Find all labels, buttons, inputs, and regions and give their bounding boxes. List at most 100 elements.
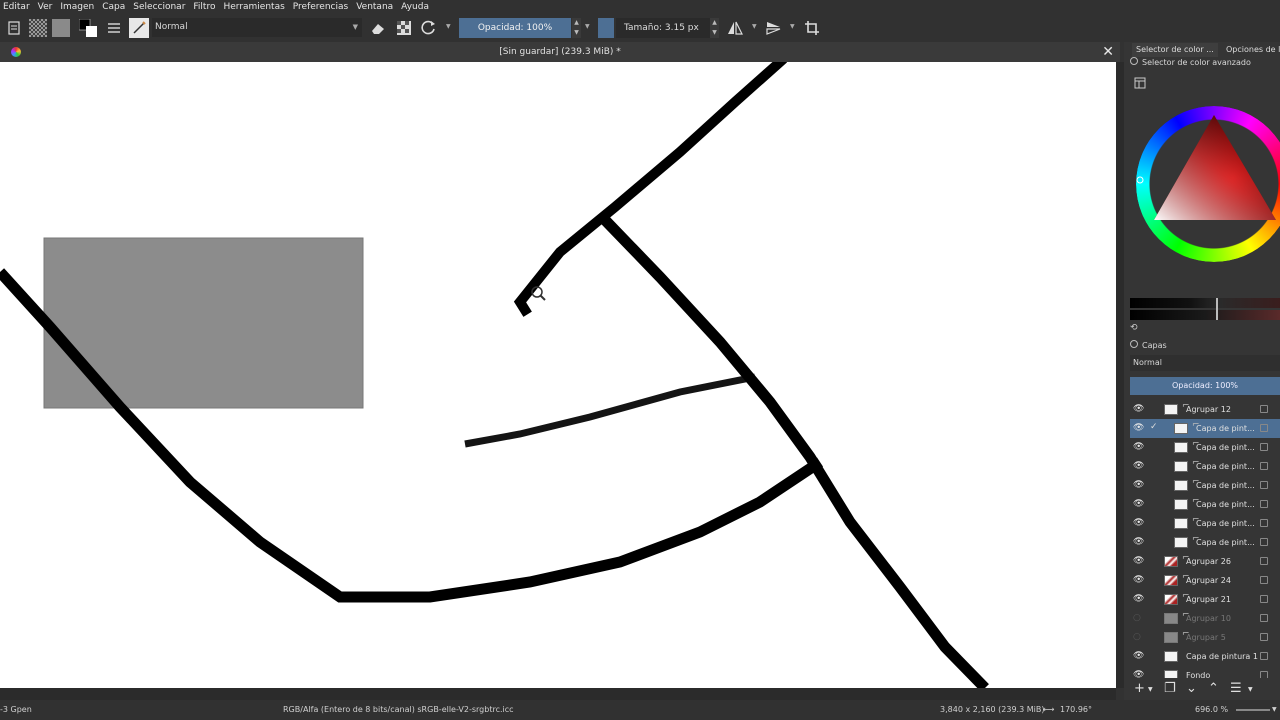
layer-row[interactable]: 👁 ⌐ Agrupar 12 [1130, 400, 1280, 419]
crop-icon[interactable] [802, 18, 822, 38]
visibility-eye-icon[interactable]: 👁 [1133, 575, 1144, 585]
visibility-eye-icon[interactable]: 👁 [1133, 594, 1144, 604]
opacity-spin[interactable]: ▲ ▼ [572, 18, 581, 38]
opacity-dropdown-icon[interactable]: ▼ [585, 23, 590, 30]
layer-row[interactable]: ○ ⌐ Agrupar 10 [1130, 609, 1280, 628]
lock-icon[interactable] [1260, 500, 1268, 508]
layer-row[interactable]: 👁 ⌐ Agrupar 21 [1130, 590, 1280, 609]
menu-item-6[interactable]: Herramientas [218, 0, 289, 14]
layer-properties-icon[interactable]: ☰ [1230, 681, 1242, 696]
visibility-eye-icon[interactable]: 👁 [1133, 518, 1144, 528]
presets-icon[interactable] [104, 18, 124, 38]
duplicate-layer-icon[interactable]: ❐ [1164, 681, 1176, 696]
menu-item-0[interactable]: Editar [0, 0, 35, 14]
visibility-eye-icon[interactable]: 👁 [1133, 556, 1144, 566]
value-slider[interactable] [1130, 298, 1280, 308]
document-icon[interactable] [4, 18, 24, 38]
visibility-eye-icon[interactable]: 👁 [1133, 442, 1144, 452]
float-icon[interactable] [1130, 57, 1138, 65]
lock-icon[interactable] [1260, 652, 1268, 660]
pattern-icon[interactable] [28, 18, 48, 38]
menu-item-9[interactable]: Ayuda [396, 0, 434, 14]
color-swap-icon[interactable] [78, 18, 98, 38]
add-layer-icon[interactable]: + [1134, 681, 1145, 696]
layer-row[interactable]: 👁 ⌐ Capa de pint... [1130, 457, 1280, 476]
visibility-eye-icon[interactable]: 👁 [1133, 480, 1144, 490]
visibility-eye-icon[interactable]: 👁 [1133, 461, 1144, 471]
reload-dropdown-icon[interactable]: ▼ [446, 23, 451, 30]
lock-icon[interactable] [1260, 633, 1268, 641]
layer-row[interactable]: 👁 ⌐ Capa de pint... [1130, 514, 1280, 533]
menu-item-7[interactable]: Preferencias [288, 0, 353, 14]
layer-row[interactable]: 👁 ✓ ⌐ Capa de pint... [1130, 419, 1280, 438]
visibility-eye-icon[interactable]: 👁 [1133, 537, 1144, 547]
brush-preset-icon[interactable] [129, 18, 149, 38]
layer-menu-dropdown-icon[interactable]: ▼ [1248, 686, 1253, 693]
lock-icon[interactable] [1260, 576, 1268, 584]
lock-icon[interactable] [1260, 462, 1268, 470]
canvas[interactable] [0, 62, 1116, 688]
menu-item-8[interactable]: Ventana [351, 0, 398, 14]
gray-swatch-icon[interactable] [51, 18, 71, 38]
saturation-slider[interactable] [1130, 310, 1280, 320]
zoom-slider[interactable] [1236, 709, 1270, 711]
layer-row[interactable]: 👁 ⌐ Capa de pint... [1130, 438, 1280, 457]
size-slider-fill[interactable] [598, 18, 614, 38]
status-zoom[interactable]: 696.0 % [1195, 700, 1228, 720]
layers-blend-select[interactable]: Normal [1130, 355, 1280, 371]
lock-icon[interactable] [1260, 538, 1268, 546]
lock-icon[interactable] [1260, 424, 1268, 432]
vertical-scrollbar[interactable] [1116, 62, 1124, 688]
visibility-eye-icon[interactable]: 👁 [1133, 499, 1144, 509]
visibility-eye-icon[interactable]: 👁 [1133, 651, 1144, 661]
mirror-horizontal-icon[interactable] [725, 18, 745, 38]
size-spin[interactable]: ▲ ▼ [710, 18, 719, 38]
layers-float-icon[interactable]: ⟲ [1130, 323, 1138, 333]
slider-handle[interactable] [1216, 298, 1218, 320]
color-sliders[interactable] [1130, 298, 1280, 322]
size-slider[interactable]: Tamaño: 3.15 px [616, 18, 710, 38]
blend-mode-select[interactable]: Normal ▼ [152, 18, 362, 37]
alpha-lock-icon[interactable] [394, 18, 414, 38]
layers-dock-icon[interactable] [1130, 340, 1138, 348]
layers-opacity-slider[interactable]: Opacidad: 100% [1130, 377, 1280, 395]
tab-tool-options[interactable]: Opciones de l [1222, 43, 1280, 57]
status-brush[interactable]: -3 Gpen [0, 700, 32, 720]
move-up-icon[interactable]: ⌃ [1208, 681, 1219, 696]
layer-row[interactable]: ○ ⌐ Agrupar 5 [1130, 628, 1280, 647]
menu-item-5[interactable]: Filtro [188, 0, 220, 14]
status-rotation[interactable]: 170.96° [1060, 700, 1092, 720]
opacity-slider[interactable]: Opacidad: 100% [459, 18, 571, 38]
visibility-eye-icon[interactable]: ○ [1133, 632, 1143, 642]
layer-row[interactable]: 👁 ⌐ Agrupar 26 [1130, 552, 1280, 571]
rotation-icon[interactable]: ⟷ [1043, 700, 1054, 720]
mirror-v-dropdown-icon[interactable]: ▼ [790, 23, 795, 30]
lock-icon[interactable] [1260, 481, 1268, 489]
visibility-eye-icon[interactable]: 👁 [1133, 423, 1144, 433]
mirror-vertical-icon[interactable] [764, 18, 784, 38]
layer-row[interactable]: 👁 ⌐ Capa de pint... [1130, 495, 1280, 514]
lock-icon[interactable] [1260, 557, 1268, 565]
lock-icon[interactable] [1260, 405, 1268, 413]
visibility-eye-icon[interactable]: 👁 [1133, 404, 1144, 414]
visibility-eye-icon[interactable]: ○ [1133, 613, 1143, 623]
lock-icon[interactable] [1260, 443, 1268, 451]
mirror-h-dropdown-icon[interactable]: ▼ [752, 23, 757, 30]
menu-item-4[interactable]: Seleccionar [128, 0, 190, 14]
add-layer-dropdown-icon[interactable]: ▼ [1148, 686, 1153, 693]
eraser-icon[interactable] [368, 18, 388, 38]
lock-icon[interactable] [1260, 595, 1268, 603]
layer-row[interactable]: 👁 Capa de pintura 1 [1130, 647, 1280, 666]
horizontal-scrollbar[interactable] [0, 688, 1116, 700]
layer-row[interactable]: 👁 ⌐ Capa de pint... [1130, 533, 1280, 552]
lock-icon[interactable] [1260, 519, 1268, 527]
layer-row[interactable]: 👁 ⌐ Agrupar 24 [1130, 571, 1280, 590]
status-colorspace[interactable]: RGB/Alfa (Entero de 8 bits/canal) sRGB-e… [283, 700, 514, 720]
close-document-icon[interactable]: ✕ [1102, 42, 1114, 62]
document-title[interactable]: [Sin guardar] (239.3 MiB) * [0, 42, 1120, 62]
lock-icon[interactable] [1260, 614, 1268, 622]
color-wheel[interactable] [1130, 100, 1280, 268]
color-settings-icon[interactable] [1134, 74, 1146, 89]
menu-item-3[interactable]: Capa [97, 0, 130, 14]
layer-row[interactable]: 👁 ⌐ Capa de pint... [1130, 476, 1280, 495]
